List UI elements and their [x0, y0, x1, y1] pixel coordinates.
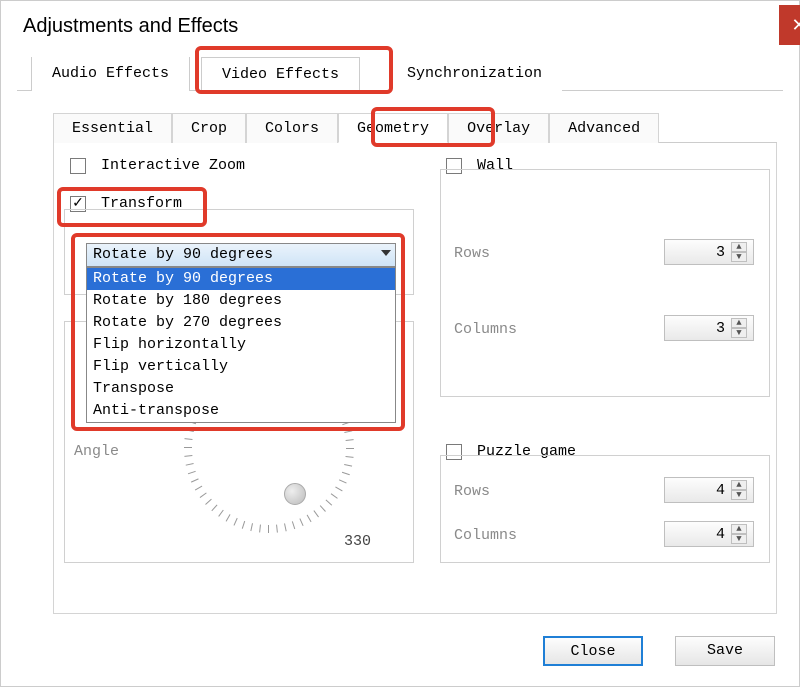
puzzle-cols-value: 4 — [716, 526, 725, 543]
close-icon[interactable]: ✕ — [779, 5, 800, 45]
transform-option-anti[interactable]: Anti-transpose — [87, 400, 395, 422]
interactive-zoom-row: Interactive Zoom — [70, 157, 245, 174]
transform-option-rotate-180[interactable]: Rotate by 180 degrees — [87, 290, 395, 312]
transform-select-value: Rotate by 90 degrees — [93, 246, 273, 263]
interactive-zoom-checkbox[interactable] — [70, 158, 86, 174]
content-area: Audio Effects Video Effects Synchronizat… — [17, 57, 783, 670]
puzzle-cols-spinner[interactable]: 4 ▲▼ — [664, 521, 754, 547]
wall-cols-stepper[interactable]: ▲▼ — [731, 317, 747, 339]
transform-option-rotate-270[interactable]: Rotate by 270 degrees — [87, 312, 395, 334]
wall-cols-spinner[interactable]: 3 ▲▼ — [664, 315, 754, 341]
tab-audio-effects[interactable]: Audio Effects — [31, 57, 190, 91]
puzzle-cols-stepper[interactable]: ▲▼ — [731, 523, 747, 545]
wall-cols-value: 3 — [716, 320, 725, 337]
puzzle-cols-label: Columns — [454, 527, 517, 544]
tab-synchronization[interactable]: Synchronization — [387, 57, 562, 91]
wall-cols-label: Columns — [454, 321, 517, 338]
transform-option-transpose[interactable]: Transpose — [87, 378, 395, 400]
tab-geometry[interactable]: Geometry — [338, 113, 448, 143]
top-tabs: Audio Effects Video Effects Synchronizat… — [17, 57, 783, 91]
dial-knob[interactable] — [284, 483, 306, 505]
sub-tabs: Essential Crop Colors Geometry Overlay A… — [53, 113, 777, 143]
puzzle-rows-label: Rows — [454, 483, 490, 500]
transform-option-rotate-90[interactable]: Rotate by 90 degrees — [87, 268, 395, 290]
puzzle-rows-value: 4 — [716, 482, 725, 499]
save-button[interactable]: Save — [675, 636, 775, 666]
transform-select-list[interactable]: Rotate by 90 degrees Rotate by 180 degre… — [86, 267, 396, 423]
wall-rows-stepper[interactable]: ▲▼ — [731, 241, 747, 263]
window: Adjustments and Effects ✕ Audio Effects … — [0, 0, 800, 687]
tab-crop[interactable]: Crop — [172, 113, 246, 143]
angle-value: 330 — [344, 533, 371, 550]
puzzle-rows-spinner[interactable]: 4 ▲▼ — [664, 477, 754, 503]
transform-option-flip-v[interactable]: Flip vertically — [87, 356, 395, 378]
interactive-zoom-label[interactable]: Interactive Zoom — [101, 157, 245, 174]
tab-colors[interactable]: Colors — [246, 113, 338, 143]
tab-advanced[interactable]: Advanced — [549, 113, 659, 143]
window-title: Adjustments and Effects — [1, 1, 799, 57]
tab-video-effects[interactable]: Video Effects — [201, 57, 360, 91]
wall-rows-value: 3 — [716, 244, 725, 261]
angle-label: Angle — [74, 443, 119, 460]
close-button[interactable]: Close — [543, 636, 643, 666]
puzzle-rows-stepper[interactable]: ▲▼ — [731, 479, 747, 501]
tab-overlay[interactable]: Overlay — [448, 113, 549, 143]
tab-essential[interactable]: Essential — [53, 113, 172, 143]
wall-rows-spinner[interactable]: 3 ▲▼ — [664, 239, 754, 265]
wall-rows-label: Rows — [454, 245, 490, 262]
chevron-down-icon — [381, 250, 391, 256]
transform-select[interactable]: Rotate by 90 degrees — [86, 243, 396, 267]
wall-group — [440, 169, 770, 397]
transform-option-flip-h[interactable]: Flip horizontally — [87, 334, 395, 356]
geometry-panel: Interactive Zoom ✓ Transform Rotate by 9… — [53, 143, 777, 614]
